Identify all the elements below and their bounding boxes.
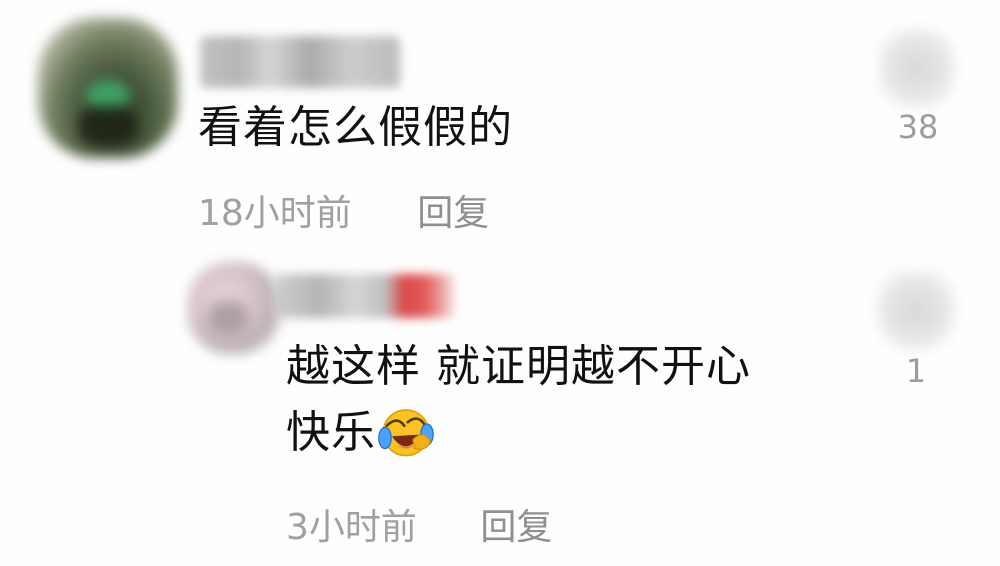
comment-text: 越这样 就证明越不开心 快乐 <box>286 334 751 466</box>
comment-meta: 3小时前 回复 <box>286 498 552 550</box>
laughing-crying-face-icon <box>378 409 434 457</box>
username-blurred[interactable] <box>200 36 400 88</box>
comment-text-line-2: 快乐 <box>286 400 751 466</box>
avatar-detail <box>208 300 248 334</box>
like-count: 1 <box>905 352 927 390</box>
like-icon[interactable] <box>876 270 956 350</box>
username-blurred[interactable] <box>274 274 454 318</box>
comment-thread: 看着怎么假假的 18小时前 回复 38 越这样 就证明越不开心 快乐 3小时前 … <box>0 0 1000 566</box>
like-count: 38 <box>897 108 939 146</box>
comment-text-line-2-text: 快乐 <box>286 407 376 458</box>
like-icon[interactable] <box>878 28 956 108</box>
comment-meta: 18小时前 回复 <box>198 184 489 236</box>
timestamp: 3小时前 <box>286 507 417 548</box>
reply-button[interactable]: 回复 <box>480 498 552 550</box>
reply-button[interactable]: 回复 <box>417 184 489 236</box>
comment-text-line-1: 越这样 就证明越不开心 <box>286 341 751 392</box>
avatar[interactable] <box>38 18 178 158</box>
avatar-detail <box>78 106 138 146</box>
timestamp: 18小时前 <box>198 193 352 234</box>
comment-text: 看着怎么假假的 <box>198 102 513 153</box>
avatar[interactable] <box>188 262 280 354</box>
